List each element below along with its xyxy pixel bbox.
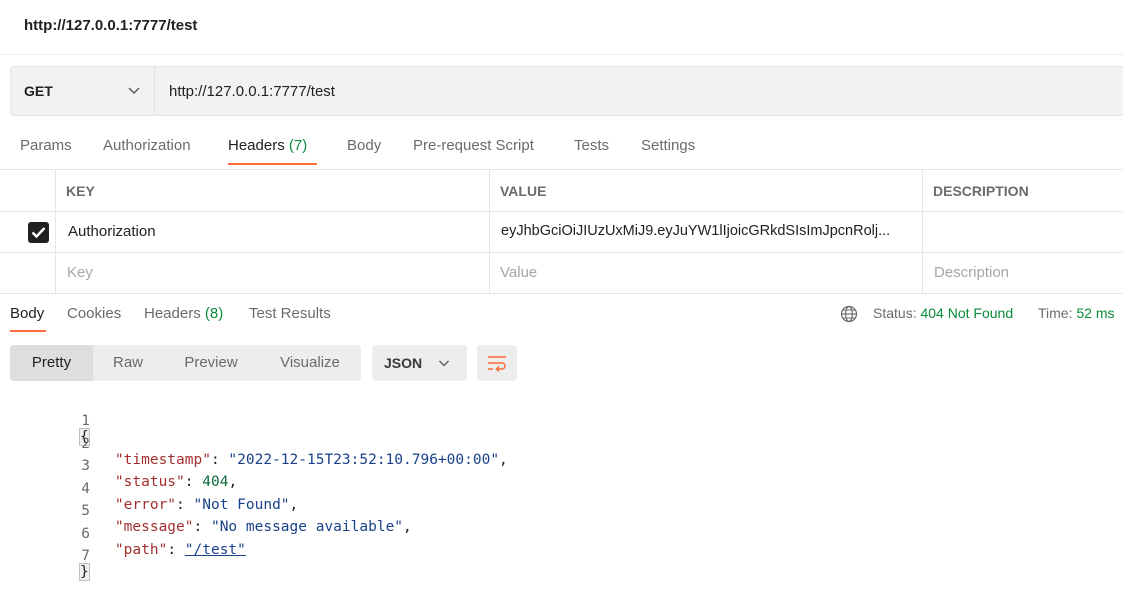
format-label: JSON	[384, 355, 423, 371]
json-key: "status"	[114, 474, 185, 490]
view-preview-button[interactable]: Preview	[163, 345, 259, 381]
tab-settings[interactable]: Settings	[641, 137, 695, 154]
code-text: "message": "No message available",	[114, 519, 412, 535]
method-label: GET	[24, 83, 53, 99]
line-number: 3	[81, 458, 90, 474]
tab-headers[interactable]: Headers (7)	[228, 137, 307, 154]
view-mode-group: Pretty Raw Preview Visualize	[10, 345, 361, 381]
code-text: "path": "/test"	[114, 542, 246, 558]
code-line: 2 "timestamp": "2022-12-15T23:52:10.796+…	[0, 420, 508, 468]
json-key: "path"	[114, 542, 168, 558]
tab-body[interactable]: Body	[347, 137, 381, 154]
active-response-tab-indicator	[10, 330, 46, 332]
json-value: "2022-12-15T23:52:10.796+00:00"	[228, 452, 500, 468]
code-text: "error": "Not Found",	[114, 497, 299, 513]
header-key-cell[interactable]: Authorization	[68, 223, 156, 240]
status-label: Status:	[873, 305, 917, 321]
json-value: 404	[202, 474, 229, 490]
tab-authorization[interactable]: Authorization	[103, 137, 191, 154]
column-description-header: DESCRIPTION	[933, 183, 1029, 199]
tab-prerequest-script[interactable]: Pre-request Script	[413, 137, 534, 154]
code-line: 7 }	[0, 532, 90, 581]
column-divider	[922, 169, 923, 294]
line-number: 5	[81, 503, 90, 519]
tab-response-body[interactable]: Body	[10, 305, 44, 322]
status-indicator[interactable]: Status: 404 Not Found	[873, 305, 1013, 321]
column-divider	[489, 169, 490, 294]
status-value: 404 Not Found	[920, 305, 1014, 321]
json-key: "message"	[114, 519, 194, 535]
tab-response-headers[interactable]: Headers (8)	[144, 305, 223, 322]
header-value-cell[interactable]: eyJhbGciOiJIUzUxMiJ9.eyJuYW1lIjoicGRkdSI…	[501, 223, 890, 239]
tab-params[interactable]: Params	[20, 137, 72, 154]
code-line: 1 {	[0, 397, 90, 446]
tab-response-headers-label: Headers	[144, 305, 201, 322]
close-brace: }	[79, 563, 90, 581]
code-text: "status": 404,	[114, 474, 238, 490]
time-indicator[interactable]: Time: 52 ms	[1038, 305, 1115, 321]
line-number: 2	[81, 436, 90, 452]
wrap-text-icon	[488, 356, 506, 373]
code-text: "timestamp": "2022-12-15T23:52:10.796+00…	[114, 452, 508, 468]
json-link-value[interactable]: "/test"	[185, 542, 246, 558]
view-visualize-button[interactable]: Visualize	[259, 345, 361, 381]
new-key-input[interactable]: Key	[67, 264, 93, 281]
view-raw-button[interactable]: Raw	[93, 345, 163, 381]
code-line: 5 "message": "No message available",	[0, 487, 412, 535]
tab-headers-count: (7)	[288, 137, 308, 154]
time-label: Time:	[1038, 305, 1073, 321]
line-number: 1	[81, 413, 90, 429]
json-value: "No message available"	[210, 519, 404, 535]
new-value-input[interactable]: Value	[500, 264, 537, 281]
tab-test-results[interactable]: Test Results	[249, 305, 331, 322]
chevron-down-icon	[128, 87, 140, 94]
tab-response-headers-count: (8)	[204, 305, 224, 322]
time-value: 52 ms	[1076, 305, 1115, 321]
chevron-down-icon	[439, 360, 449, 367]
code-text: }	[79, 563, 90, 581]
tab-headers-label: Headers	[228, 137, 285, 154]
line-number: 6	[81, 526, 90, 542]
table-row: Authorization eyJhbGciOiJIUzUxMiJ9.eyJuY…	[0, 211, 1123, 253]
json-separator: ,	[499, 452, 508, 468]
table-header-row: KEY VALUE DESCRIPTION	[0, 169, 1123, 212]
globe-icon[interactable]	[840, 305, 858, 323]
json-key: "timestamp"	[114, 452, 211, 468]
tab-tests[interactable]: Tests	[574, 137, 609, 154]
json-key: "error"	[114, 497, 177, 513]
method-select[interactable]: GET	[11, 67, 155, 115]
json-separator: ,	[289, 497, 299, 513]
tab-cookies[interactable]: Cookies	[67, 305, 121, 322]
check-icon	[31, 227, 46, 239]
column-value-header: VALUE	[500, 183, 547, 199]
new-description-input[interactable]: Description	[934, 264, 1009, 281]
url-input[interactable]: http://127.0.0.1:7777/test	[169, 83, 335, 100]
json-separator: ,	[228, 474, 238, 490]
wrap-lines-button[interactable]	[477, 345, 517, 381]
column-key-header: KEY	[66, 183, 95, 199]
header-enabled-checkbox[interactable]	[28, 222, 49, 243]
line-number: 4	[81, 481, 90, 497]
column-divider	[55, 169, 56, 294]
line-number: 7	[81, 548, 90, 564]
url-bar: GET http://127.0.0.1:7777/test	[10, 66, 1123, 116]
request-title-bar: http://127.0.0.1:7777/test	[0, 0, 1123, 55]
table-row-empty: Key Value Description	[0, 252, 1123, 294]
json-value: "Not Found"	[193, 497, 290, 513]
code-line: 4 "error": "Not Found",	[0, 465, 298, 513]
view-pretty-button[interactable]: Pretty	[10, 345, 93, 381]
active-tab-indicator	[228, 163, 317, 165]
code-line: 3 "status": 404,	[0, 442, 237, 490]
format-select[interactable]: JSON	[372, 345, 467, 381]
json-separator: ,	[403, 519, 412, 535]
code-line: 6 "path": "/test"	[0, 510, 246, 558]
request-title[interactable]: http://127.0.0.1:7777/test	[24, 17, 197, 34]
